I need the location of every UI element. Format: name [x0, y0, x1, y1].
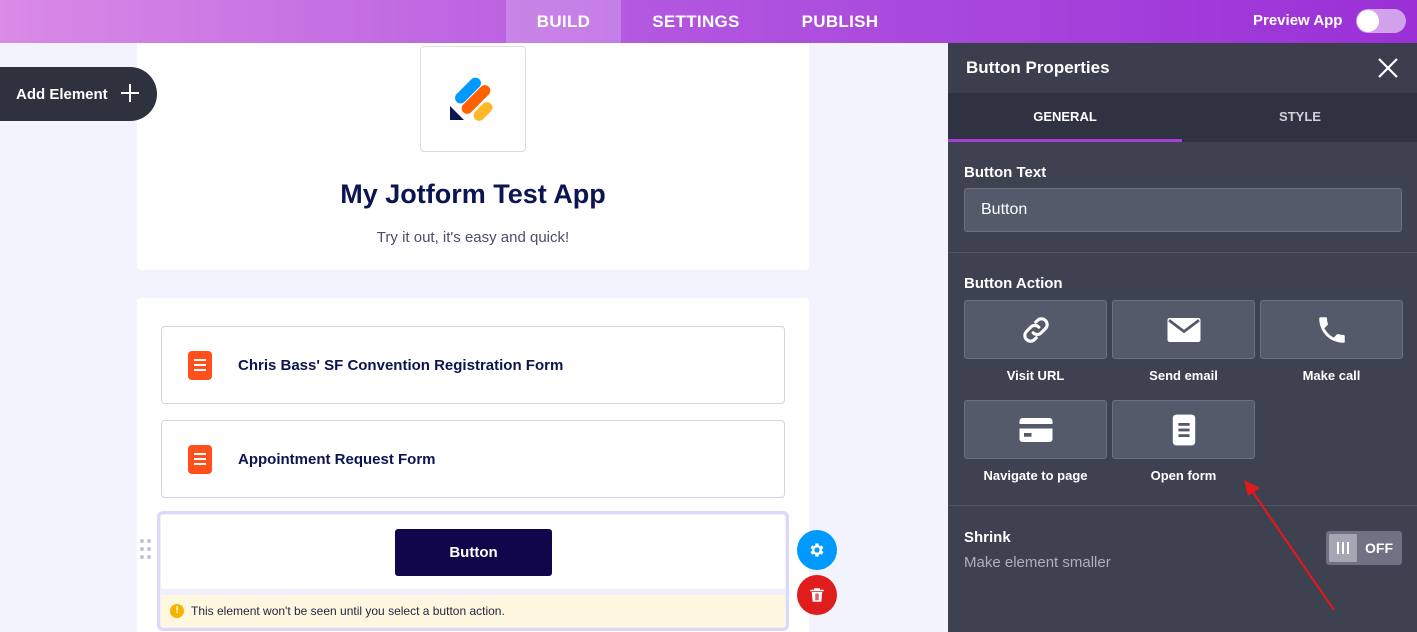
warning-icon: !	[170, 604, 184, 618]
form-icon	[188, 445, 212, 474]
button-action-label: Button Action	[964, 275, 1063, 292]
app-header-card: My Jotform Test App Try it out, it's eas…	[137, 43, 809, 270]
action-open-form[interactable]	[1112, 400, 1255, 459]
add-element-label: Add Element	[16, 86, 108, 103]
divider	[948, 505, 1417, 506]
tab-settings[interactable]: SETTINGS	[633, 0, 759, 43]
card-icon	[1019, 418, 1053, 442]
form-item[interactable]: Appointment Request Form	[161, 420, 785, 498]
form-item-title: Chris Bass' SF Convention Registration F…	[238, 357, 564, 374]
properties-panel: Button Properties GENERAL STYLE Button T…	[948, 43, 1417, 632]
preview-app-label: Preview App	[1253, 12, 1343, 29]
jotform-logo-icon	[450, 77, 493, 121]
form-item[interactable]: Chris Bass' SF Convention Registration F…	[161, 326, 785, 404]
action-label: Send email	[1149, 368, 1218, 383]
top-navigation-bar: BUILD SETTINGS PUBLISH Preview App	[0, 0, 1417, 43]
action-navigate-to-page[interactable]	[964, 400, 1107, 459]
element-settings-button[interactable]	[797, 530, 837, 570]
form-icon	[188, 351, 212, 380]
app-title: My Jotform Test App	[340, 179, 606, 209]
selected-button-element[interactable]: Button ! This element won't be seen unti…	[157, 511, 789, 631]
phone-icon	[1319, 317, 1345, 343]
shrink-description: Make element smaller	[964, 554, 1111, 571]
warning-text: This element won't be seen until you sel…	[191, 604, 505, 618]
toggle-knob	[1357, 10, 1379, 32]
shrink-title: Shrink	[964, 529, 1011, 546]
panel-tabs: GENERAL STYLE	[948, 93, 1417, 142]
warning-banner: ! This element won't be seen until you s…	[161, 595, 785, 627]
app-subtitle: Try it out, it's easy and quick!	[376, 229, 570, 246]
button-element-body: Button	[161, 515, 785, 589]
drag-handle-icon[interactable]	[140, 539, 152, 561]
action-label: Visit URL	[1006, 368, 1065, 383]
action-send-email[interactable]	[1112, 300, 1255, 359]
panel-header: Button Properties	[948, 43, 1417, 93]
button-text-label: Button Text	[964, 164, 1047, 181]
action-label: Make call	[1302, 368, 1361, 383]
annotation-arrow-icon	[1244, 480, 1335, 611]
tab-style[interactable]: STYLE	[1183, 93, 1417, 142]
envelope-icon	[1167, 318, 1201, 342]
panel-title: Button Properties	[966, 58, 1110, 77]
plus-icon	[121, 84, 139, 102]
divider	[948, 252, 1417, 253]
link-icon	[1023, 317, 1049, 343]
preview-app-toggle[interactable]	[1356, 9, 1406, 33]
action-visit-url[interactable]	[964, 300, 1107, 359]
form-icon	[1172, 414, 1196, 446]
action-label: Open form	[1150, 468, 1217, 483]
gear-icon	[810, 543, 824, 557]
toggle-state-label: OFF	[1365, 540, 1393, 556]
action-make-call[interactable]	[1260, 300, 1403, 359]
close-icon[interactable]	[1376, 56, 1400, 80]
action-label: Navigate to page	[983, 468, 1088, 483]
tab-general[interactable]: GENERAL	[948, 93, 1182, 142]
app-logo[interactable]	[420, 46, 526, 152]
trash-icon	[810, 588, 824, 602]
button-text-input[interactable]	[964, 188, 1402, 232]
add-element-button[interactable]: Add Element	[0, 67, 157, 121]
page-content-card: Chris Bass' SF Convention Registration F…	[137, 298, 809, 632]
app-button[interactable]: Button	[395, 529, 552, 576]
tab-build[interactable]: BUILD	[506, 0, 621, 43]
tab-publish[interactable]: PUBLISH	[784, 0, 896, 43]
form-item-title: Appointment Request Form	[238, 451, 436, 468]
delete-element-button[interactable]	[797, 575, 837, 615]
